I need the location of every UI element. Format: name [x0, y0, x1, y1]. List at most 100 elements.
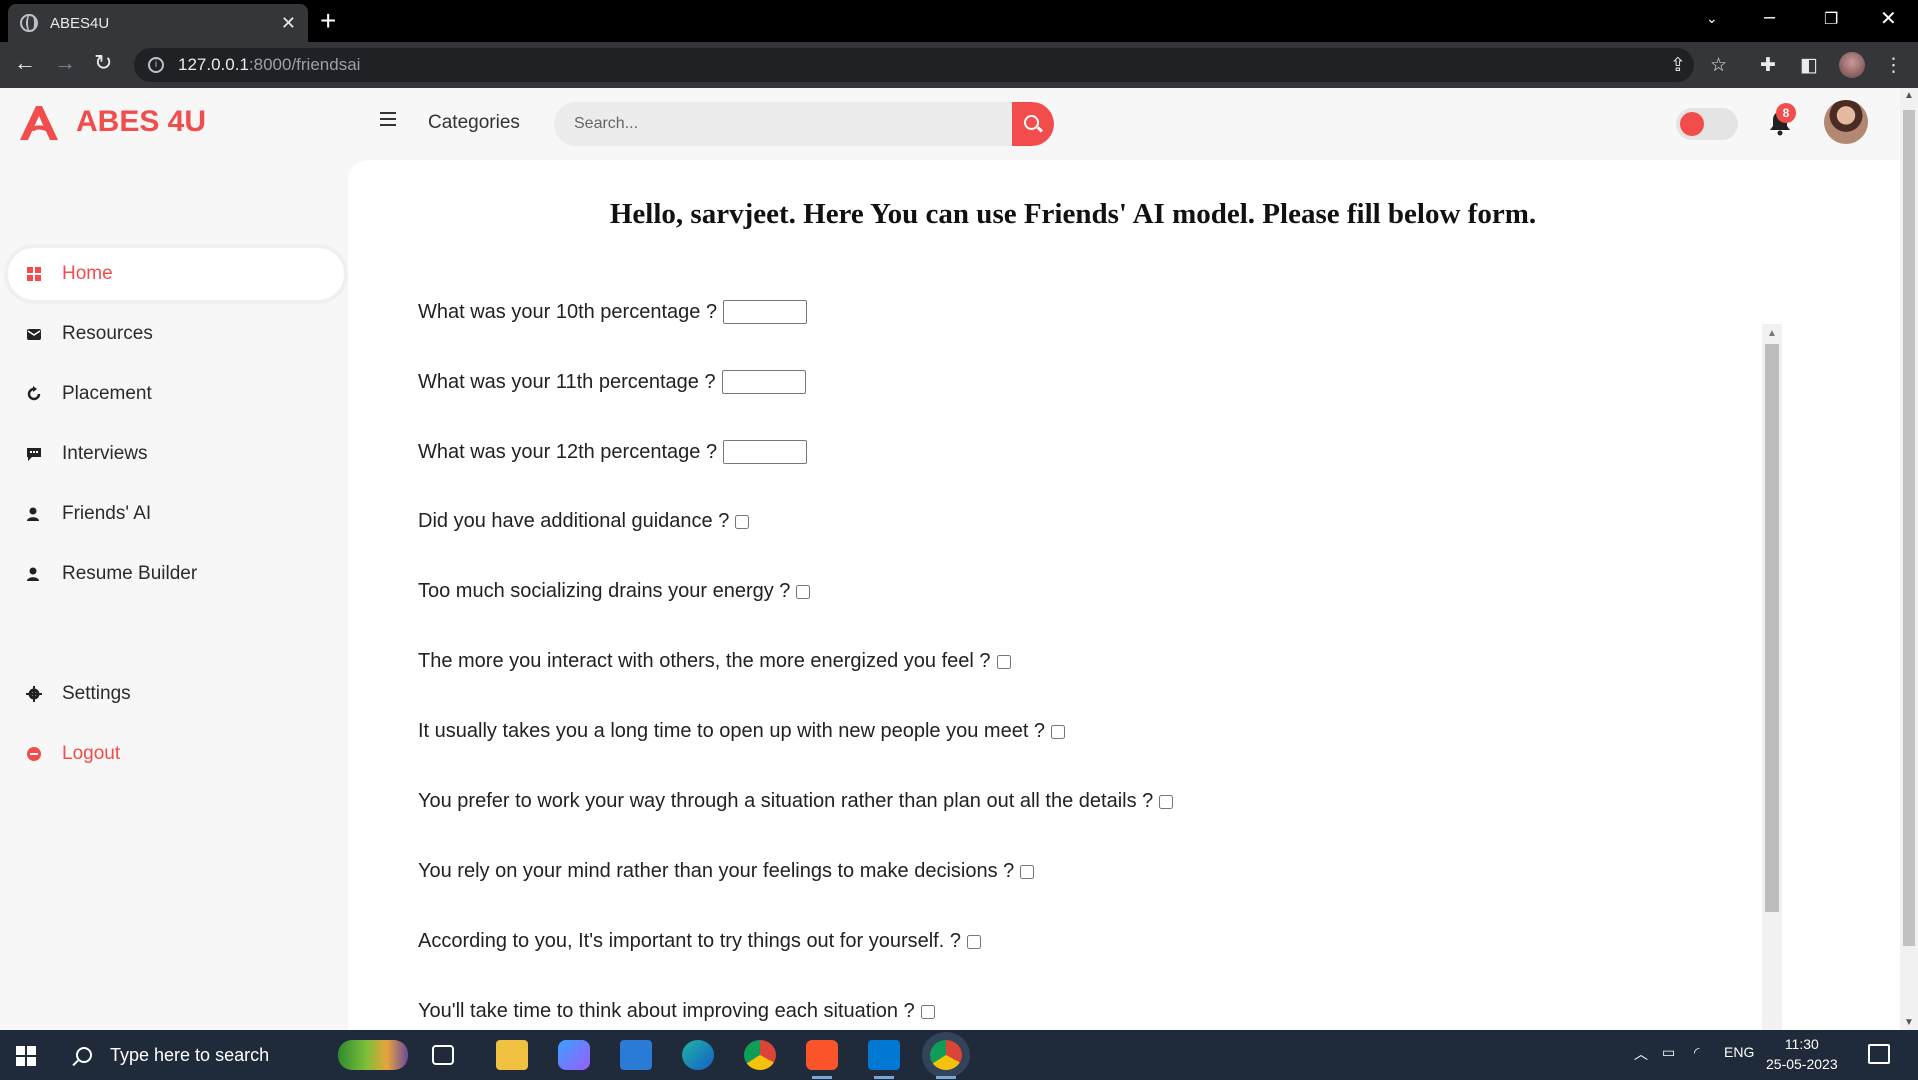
- restore-button[interactable]: ❐: [1824, 9, 1838, 29]
- 11th-percentage-input[interactable]: [721, 370, 806, 394]
- mind-over-feelings-checkbox[interactable]: [1020, 864, 1035, 879]
- browser-tab[interactable]: ABES4U ✕: [8, 4, 308, 42]
- side-panel-icon[interactable]: ◧: [1800, 54, 1818, 77]
- page-scrollbar[interactable]: ▲ ▼: [1900, 88, 1918, 1030]
- more-menu-icon[interactable]: ⋮: [1884, 54, 1903, 77]
- 12th-percentage-input[interactable]: [723, 440, 808, 464]
- weather-widget-icon[interactable]: [338, 1040, 408, 1070]
- form-scrollbar-thumb[interactable]: [1765, 344, 1779, 912]
- new-tab-button[interactable]: +: [320, 6, 336, 36]
- back-icon[interactable]: ←: [14, 50, 36, 76]
- question-label: What was your 12th percentage ?: [418, 440, 718, 463]
- task-view-icon[interactable]: [432, 1045, 454, 1065]
- logo-mark-icon: [20, 106, 58, 140]
- windows-taskbar: Type here to search ︿ ▭ ◜ ENG 11:30 25-0…: [0, 1030, 1918, 1080]
- work-through-checkbox[interactable]: [1159, 794, 1174, 809]
- reload-icon[interactable]: ↻: [94, 50, 112, 76]
- bookmark-star-icon[interactable]: ☆: [1710, 54, 1727, 77]
- sidebar-item-interviews[interactable]: Interviews: [8, 428, 344, 480]
- brave-browser-icon[interactable]: [806, 1040, 838, 1079]
- sidebar-item-settings[interactable]: Settings: [8, 668, 344, 720]
- form-scrollbar[interactable]: ▲: [1762, 324, 1782, 1030]
- address-bar[interactable]: i 127.0.0.1:8000/friendsai: [134, 48, 1694, 82]
- question-try-things: According to you, It's important to try …: [418, 930, 981, 953]
- clock-date: 25-05-2023: [1766, 1056, 1838, 1072]
- sidebar-item-label: Friends' AI: [62, 503, 152, 524]
- tab-search-icon[interactable]: ⌄: [1706, 10, 1718, 27]
- tray-chevron-icon[interactable]: ︿: [1634, 1044, 1648, 1064]
- wifi-icon[interactable]: ◜: [1694, 1044, 1699, 1061]
- scroll-down-arrow-icon[interactable]: ▼: [1904, 1017, 1914, 1028]
- language-indicator[interactable]: ENG: [1724, 1044, 1754, 1060]
- sidebar-item-resources[interactable]: Resources: [8, 308, 344, 360]
- windows-start-icon[interactable]: [16, 1046, 36, 1066]
- question-label: What was your 11th percentage ?: [418, 370, 716, 393]
- chrome-profile-icon[interactable]: [930, 1040, 962, 1079]
- interact-energized-checkbox[interactable]: [996, 654, 1011, 669]
- sidebar-item-resume-builder[interactable]: Resume Builder: [8, 548, 344, 600]
- notification-center-icon[interactable]: [1868, 1044, 1890, 1064]
- sidebar-item-home[interactable]: Home: [8, 248, 344, 300]
- try-things-checkbox[interactable]: [966, 934, 981, 949]
- question-interact-energized: The more you interact with others, the m…: [418, 650, 1011, 673]
- question-12th-percentage: What was your 12th percentage ?: [418, 440, 808, 464]
- browser-tabstrip: ABES4U ✕ + ⌄ – ❐ ✕: [0, 0, 1918, 42]
- vscode-icon[interactable]: [868, 1040, 900, 1079]
- socializing-drains-checkbox[interactable]: [796, 584, 811, 599]
- close-window-button[interactable]: ✕: [1880, 6, 1897, 31]
- brand-logo[interactable]: ABES 4U: [18, 102, 206, 142]
- 10th-percentage-input[interactable]: [723, 300, 808, 324]
- search-button[interactable]: [1012, 102, 1054, 146]
- open-up-checkbox[interactable]: [1051, 724, 1066, 739]
- chat-icon: [27, 448, 41, 461]
- info-icon[interactable]: i: [148, 57, 164, 73]
- mail-app-icon[interactable]: [620, 1040, 652, 1070]
- taskbar-clock[interactable]: 11:30 25-05-2023: [1766, 1034, 1838, 1074]
- additional-guidance-checkbox[interactable]: [735, 514, 750, 529]
- question-label: The more you interact with others, the m…: [418, 650, 991, 672]
- search-icon: [1024, 115, 1039, 130]
- copilot-icon[interactable]: [558, 1040, 590, 1070]
- categories-link[interactable]: Categories: [428, 112, 520, 134]
- sidebar-item-logout[interactable]: Logout: [8, 728, 344, 780]
- scroll-up-arrow-icon[interactable]: ▲: [1767, 328, 1777, 339]
- question-socializing-drains: Too much socializing drains your energy …: [418, 580, 811, 603]
- browser-toolbar: ← → ↻ i 127.0.0.1:8000/friendsai ⇪ ☆ ✚ ◧…: [0, 42, 1918, 88]
- question-label: Did you have additional guidance ?: [418, 510, 730, 532]
- sidebar-item-label: Placement: [62, 383, 152, 404]
- sidebar-item-friends-ai[interactable]: Friends' AI: [8, 488, 344, 540]
- page-scrollbar-thumb[interactable]: [1903, 110, 1915, 946]
- globe-icon: [20, 14, 38, 32]
- sidebar-item-placement[interactable]: Placement: [8, 368, 344, 420]
- theme-toggle[interactable]: [1676, 108, 1738, 140]
- question-10th-percentage: What was your 10th percentage ?: [418, 300, 808, 324]
- extensions-icon[interactable]: ✚: [1760, 54, 1776, 77]
- edge-browser-icon[interactable]: [682, 1040, 714, 1070]
- sidebar-item-label: Logout: [62, 743, 121, 764]
- improving-situation-checkbox[interactable]: [920, 1004, 935, 1019]
- tab-close-icon[interactable]: ✕: [281, 13, 296, 34]
- hamburger-menu-icon[interactable]: [380, 112, 396, 130]
- battery-icon[interactable]: ▭: [1662, 1044, 1675, 1061]
- browser-profile-avatar[interactable]: [1839, 52, 1865, 78]
- clock-time: 11:30: [1784, 1036, 1819, 1052]
- main-content: Hello, sarvjeet. Here You can use Friend…: [348, 160, 1900, 1030]
- toggle-knob: [1680, 112, 1704, 136]
- sidebar-item-label: Interviews: [62, 443, 148, 464]
- users-icon: [27, 507, 39, 521]
- question-label: Too much socializing drains your energy …: [418, 580, 791, 602]
- question-open-up: It usually takes you a long time to open…: [418, 720, 1066, 743]
- share-icon[interactable]: ⇪: [1670, 54, 1686, 77]
- mail-icon: [27, 329, 41, 340]
- chrome-browser-icon[interactable]: [744, 1040, 776, 1070]
- question-11th-percentage: What was your 11th percentage ?: [418, 370, 806, 394]
- user-avatar[interactable]: [1824, 100, 1868, 144]
- scroll-up-arrow-icon[interactable]: ▲: [1904, 90, 1914, 101]
- grid-icon: [27, 267, 41, 281]
- search-input[interactable]: [574, 102, 1004, 146]
- file-explorer-icon[interactable]: [496, 1040, 528, 1070]
- minimize-button[interactable]: –: [1764, 6, 1775, 29]
- question-label: According to you, It's important to try …: [418, 930, 961, 952]
- forward-icon[interactable]: →: [54, 50, 76, 76]
- question-label: You prefer to work your way through a si…: [418, 790, 1154, 812]
